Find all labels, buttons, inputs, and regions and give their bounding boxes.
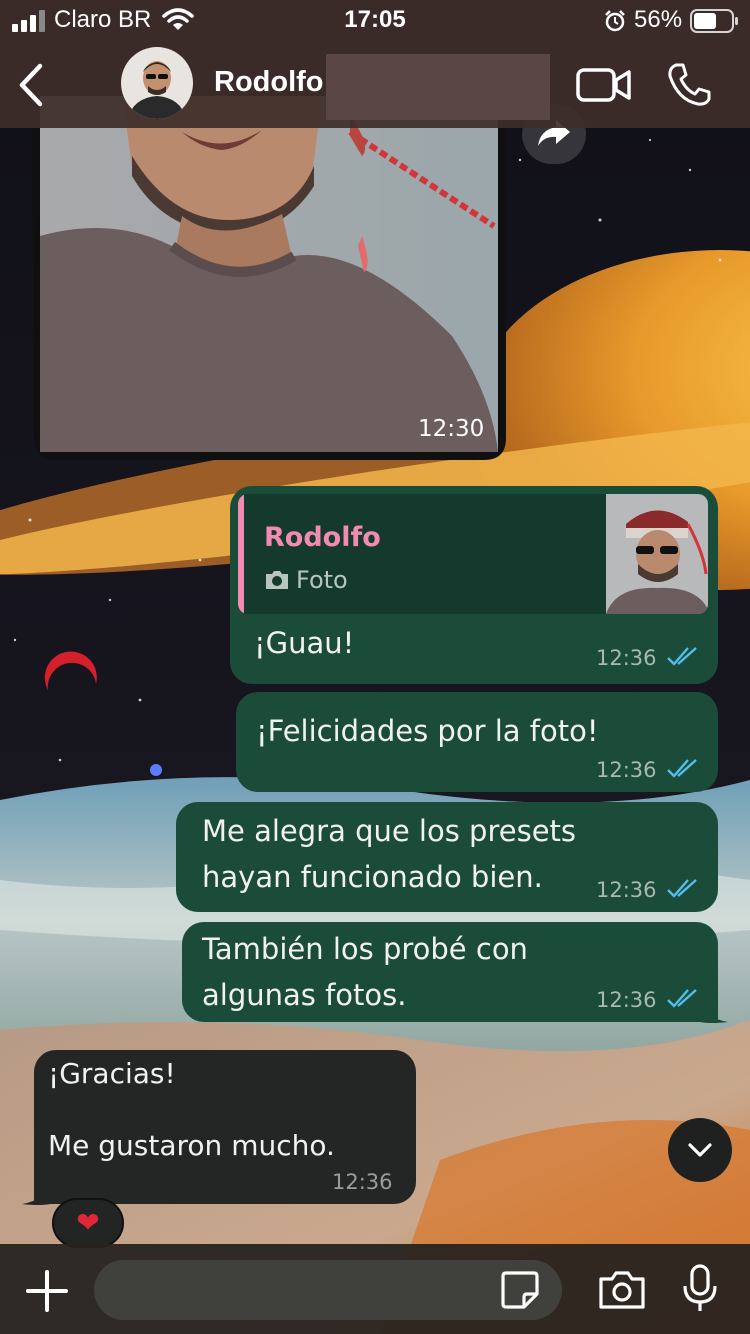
- read-ticks-icon: [667, 647, 697, 666]
- message-time: 12:36: [596, 878, 657, 902]
- incoming-message[interactable]: ¡Gracias! Me gustaron mucho. 12:36: [34, 1050, 416, 1204]
- message-time: 12:36: [596, 646, 657, 670]
- bubble-tail: [22, 1182, 50, 1205]
- message-text: ¡Felicidades por la foto!: [256, 714, 599, 748]
- video-call-icon[interactable]: [576, 66, 632, 104]
- phone-call-icon[interactable]: [666, 62, 712, 108]
- wifi-icon: [162, 8, 194, 30]
- quoted-message[interactable]: Rodolfo Foto: [238, 494, 708, 614]
- message-text: ¡Gracias! Me gustaron mucho.: [48, 1057, 335, 1162]
- message-time: 12:36: [596, 988, 657, 1012]
- status-bar: Claro BR 17:05 56%: [0, 0, 750, 44]
- quote-author: Rodolfo: [264, 522, 381, 553]
- back-chevron-icon[interactable]: [14, 62, 48, 108]
- message-time: 12:36: [596, 758, 657, 782]
- alarm-icon: [605, 10, 625, 32]
- message-time: 12:36: [332, 1170, 393, 1194]
- battery-percent: 56%: [634, 6, 683, 33]
- outgoing-message[interactable]: También los probé con algunas fotos. 12:…: [182, 922, 718, 1022]
- bubble-tail: [700, 1000, 728, 1023]
- reaction-badge[interactable]: ❤: [52, 1198, 124, 1248]
- chevron-down-icon: [688, 1143, 712, 1157]
- avatar[interactable]: [120, 46, 194, 120]
- contact-name[interactable]: Rodolfo: [214, 66, 324, 99]
- sticker-icon[interactable]: [500, 1270, 540, 1310]
- outgoing-message[interactable]: Me alegra que los presets hayan funciona…: [176, 802, 718, 912]
- photo-message[interactable]: [32, 96, 506, 462]
- signal-icon: [12, 10, 45, 32]
- outgoing-message[interactable]: ¡Felicidades por la foto! 12:36: [236, 692, 718, 792]
- quote-type: Foto: [296, 566, 348, 594]
- message-input[interactable]: [94, 1260, 562, 1320]
- plus-icon[interactable]: [26, 1270, 68, 1312]
- quote-thumbnail: [606, 494, 708, 614]
- outgoing-message-reply[interactable]: Rodolfo Foto ¡Guau! 12:36: [230, 486, 718, 684]
- heart-reaction-icon: ❤: [76, 1206, 100, 1239]
- microphone-icon[interactable]: [682, 1264, 718, 1314]
- read-ticks-icon: [667, 759, 697, 778]
- message-text: ¡Guau!: [254, 626, 355, 660]
- message-text: Me alegra que los presets hayan funciona…: [202, 814, 577, 894]
- battery-icon: [690, 9, 738, 33]
- quote-accent-bar: [238, 494, 244, 614]
- camera-icon[interactable]: [598, 1270, 646, 1310]
- photo-time: 12:30: [418, 416, 485, 442]
- read-ticks-icon: [667, 879, 697, 898]
- camera-small-icon: [266, 571, 288, 589]
- message-text: También los probé con algunas fotos.: [202, 932, 528, 1012]
- read-ticks-icon: [667, 989, 697, 1008]
- redaction-block: [326, 54, 550, 120]
